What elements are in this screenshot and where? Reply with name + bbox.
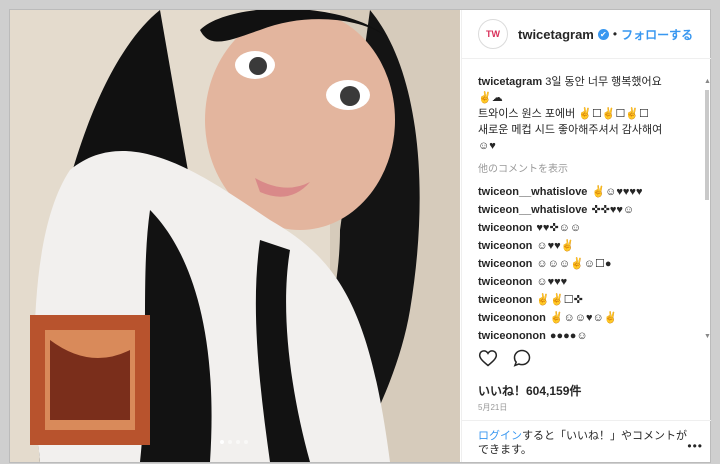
post-date: 5月21日: [478, 403, 508, 412]
login-prompt: ログインすると「いいね！」やコメントができます。: [478, 429, 688, 457]
comment: twiceonon ♥♥✜☺☺: [478, 220, 698, 238]
post-side-panel: TW twicetagram ✔ • フォローする twicetagram 3일…: [461, 10, 711, 462]
comment-footer: ログインすると「いいね！」やコメントができます。 •••: [462, 420, 711, 463]
comment-username[interactable]: twiceonon: [478, 222, 532, 234]
more-icon[interactable]: •••: [687, 439, 703, 453]
carousel-dot[interactable]: [236, 440, 240, 444]
avatar-text: TW: [486, 29, 500, 39]
carousel-dots: [220, 440, 248, 444]
comment: twiceononon ●●●●☺: [478, 328, 698, 342]
comment-username[interactable]: twiceonon: [478, 276, 532, 288]
comment-text: ☺☺☺✌☺☐●: [536, 258, 612, 270]
post-modal: TW twicetagram ✔ • フォローする twicetagram 3일…: [10, 10, 711, 462]
comment-username[interactable]: twiceon__whatislove: [478, 204, 587, 216]
carousel-dot[interactable]: [228, 440, 232, 444]
verified-icon: ✔: [597, 28, 609, 40]
caption-line: ✌☁: [478, 92, 503, 104]
comment: twiceonon ☺☺☺✌☺☐●: [478, 256, 698, 274]
comment-text: ✌✌☐✜: [536, 294, 583, 306]
post-photo[interactable]: [10, 10, 460, 462]
caption-line: 새로운 메컵 시드 좋아해주셔서 감사해여: [478, 124, 663, 136]
comments-list[interactable]: twicetagram 3일 동안 너무 행복했어요 ✌☁ 트와이스 원스 포에…: [478, 74, 698, 342]
comment: twiceonon ✌✌☐✜: [478, 292, 698, 310]
scroll-down-icon[interactable]: ▼: [704, 333, 711, 340]
comment-username[interactable]: twiceonon: [478, 258, 532, 270]
likes-count[interactable]: いいね！604,159件: [478, 382, 581, 399]
comment-username[interactable]: twiceonon: [478, 294, 532, 306]
heart-icon[interactable]: [478, 348, 498, 368]
scroll-up-icon[interactable]: ▲: [704, 78, 711, 85]
comment-icon[interactable]: [512, 348, 532, 368]
caption-line: 트와이스 원스 포에버 ✌☐✌☐✌☐: [478, 108, 649, 120]
comment-text: ☺♥♥✌: [536, 240, 575, 252]
comment-username[interactable]: twiceononon: [478, 312, 546, 324]
comment-username[interactable]: twiceon__whatislove: [478, 186, 587, 198]
comments-scrollbar[interactable]: ▲ ▼: [704, 78, 711, 340]
separator: •: [612, 27, 618, 41]
carousel-dot[interactable]: [244, 440, 248, 444]
comment: twiceononon ✌☺☺♥☺✌: [478, 310, 698, 328]
caption-line: ☺♥: [478, 140, 496, 152]
caption-line: 3일 동안 너무 행복했어요: [545, 76, 662, 88]
caption: twicetagram 3일 동안 너무 행복했어요 ✌☁ 트와이스 원스 포에…: [478, 74, 698, 154]
comment: twiceon__whatislove ✌☺♥♥♥♥: [478, 184, 698, 202]
comment: twiceon__whatislove ✜✜♥♥☺: [478, 202, 698, 220]
scroll-thumb[interactable]: [705, 90, 709, 200]
selfie-image: [10, 10, 460, 462]
comment-text: ✜✜♥♥☺: [591, 204, 635, 216]
comment-text: ✌☺♥♥♥♥: [591, 186, 643, 198]
action-bar: [478, 348, 532, 368]
comment: twiceonon ☺♥♥♥: [478, 274, 698, 292]
comment-text: ♥♥✜☺☺: [536, 222, 582, 234]
comment-text: ●●●●☺: [549, 330, 588, 342]
login-link[interactable]: ログイン: [478, 430, 522, 442]
caption-username[interactable]: twicetagram: [478, 76, 542, 88]
avatar[interactable]: TW: [478, 19, 508, 49]
comment: twiceonon ☺♥♥✌: [478, 238, 698, 256]
carousel-dot[interactable]: [220, 440, 224, 444]
more-comments-link[interactable]: 他のコメントを表示: [478, 162, 698, 178]
comment-text: ☺♥♥♥: [536, 276, 568, 288]
comment-text: ✌☺☺♥☺✌: [549, 312, 618, 324]
post-header: TW twicetagram ✔ • フォローする: [462, 10, 711, 59]
follow-button[interactable]: フォローする: [621, 26, 693, 43]
comment-username[interactable]: twiceononon: [478, 330, 546, 342]
username-link[interactable]: twicetagram: [518, 27, 594, 42]
comment-username[interactable]: twiceonon: [478, 240, 532, 252]
